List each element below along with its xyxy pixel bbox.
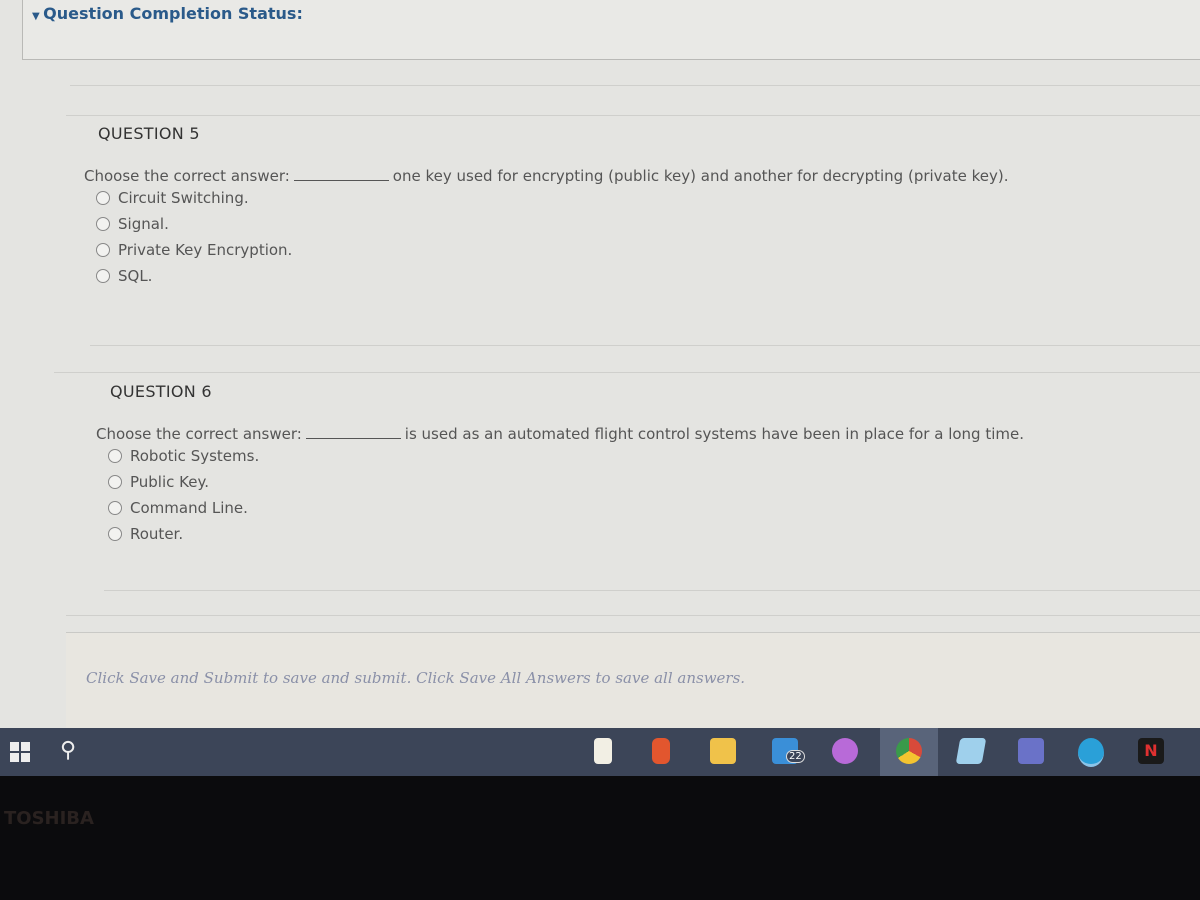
completion-status-toggle[interactable]: ▼ Question Completion Status: [32, 4, 303, 23]
option-label: SQL. [118, 267, 153, 285]
radio-icon[interactable] [108, 475, 122, 489]
option-label: Private Key Encryption. [118, 241, 293, 259]
option-label: Circuit Switching. [118, 189, 249, 207]
mail-badge: 22 [786, 750, 805, 763]
windows-start-icon[interactable] [10, 742, 30, 762]
radio-icon[interactable] [96, 217, 110, 231]
radio-icon[interactable] [96, 191, 110, 205]
file-icon[interactable] [594, 738, 612, 764]
divider [90, 345, 1200, 346]
divider [104, 590, 1200, 591]
divider [70, 85, 1200, 86]
option-label: Robotic Systems. [130, 447, 260, 465]
option-radio[interactable]: Router. [108, 521, 1024, 547]
question-5: QUESTION 5 Choose the correct answer: one… [84, 124, 1009, 289]
store-icon[interactable] [955, 738, 987, 764]
chrome-taskbar-button[interactable] [880, 728, 938, 779]
prompt-suffix: one key used for encrypting (public key)… [392, 167, 1009, 185]
option-radio[interactable]: Private Key Encryption. [96, 237, 1009, 263]
footer-instructions: Click Save and Submit to save and submit… [86, 669, 746, 687]
edge-icon[interactable] [1078, 738, 1104, 767]
divider [66, 615, 1200, 616]
option-radio[interactable]: Public Key. [108, 469, 1024, 495]
answer-blank [293, 180, 389, 181]
option-radio[interactable]: Robotic Systems. [108, 443, 1024, 469]
option-radio[interactable]: Signal. [96, 211, 1009, 237]
media-icon[interactable] [832, 738, 858, 764]
file-explorer-icon[interactable] [710, 738, 736, 764]
option-label: Router. [130, 525, 184, 543]
question-6: QUESTION 6 Choose the correct answer: is … [96, 382, 1024, 547]
option-radio[interactable]: Command Line. [108, 495, 1024, 521]
question-title: QUESTION 5 [98, 124, 200, 143]
chrome-icon[interactable] [896, 738, 922, 764]
option-label: Public Key. [130, 473, 209, 491]
prompt-text: Choose the correct answer: [96, 425, 302, 443]
radio-icon[interactable] [96, 243, 110, 257]
prompt-suffix: is used as an automated flight control s… [404, 425, 1025, 443]
chevron-down-icon: ▼ [32, 11, 44, 22]
answer-blank [305, 438, 401, 439]
option-label: Signal. [118, 215, 169, 233]
question-title: QUESTION 6 [110, 382, 212, 401]
radio-icon[interactable] [108, 527, 122, 541]
monitor-bezel [0, 776, 1200, 900]
radio-icon[interactable] [108, 449, 122, 463]
question-prompt: Choose the correct answer: is used as an … [96, 425, 1024, 443]
question-prompt: Choose the correct answer: one key used f… [84, 167, 1009, 185]
prompt-text: Choose the correct answer: [84, 167, 290, 185]
radio-icon[interactable] [108, 501, 122, 515]
option-radio[interactable]: SQL. [96, 263, 1009, 289]
search-icon[interactable]: ⚲ [60, 738, 76, 763]
office-icon[interactable] [652, 738, 670, 764]
option-label: Command Line. [130, 499, 248, 517]
divider [66, 115, 1200, 116]
netflix-icon[interactable]: N [1138, 738, 1164, 764]
monitor-brand-logo: TOSHIBA [4, 808, 94, 829]
completion-status-title: Question Completion Status: [43, 4, 303, 23]
taskbar: ⚲ 22 N [0, 728, 1200, 779]
teams-icon[interactable] [1018, 738, 1044, 764]
divider [54, 372, 1200, 373]
radio-icon[interactable] [96, 269, 110, 283]
option-radio[interactable]: Circuit Switching. [96, 185, 1009, 211]
mail-icon[interactable]: 22 [772, 738, 805, 764]
